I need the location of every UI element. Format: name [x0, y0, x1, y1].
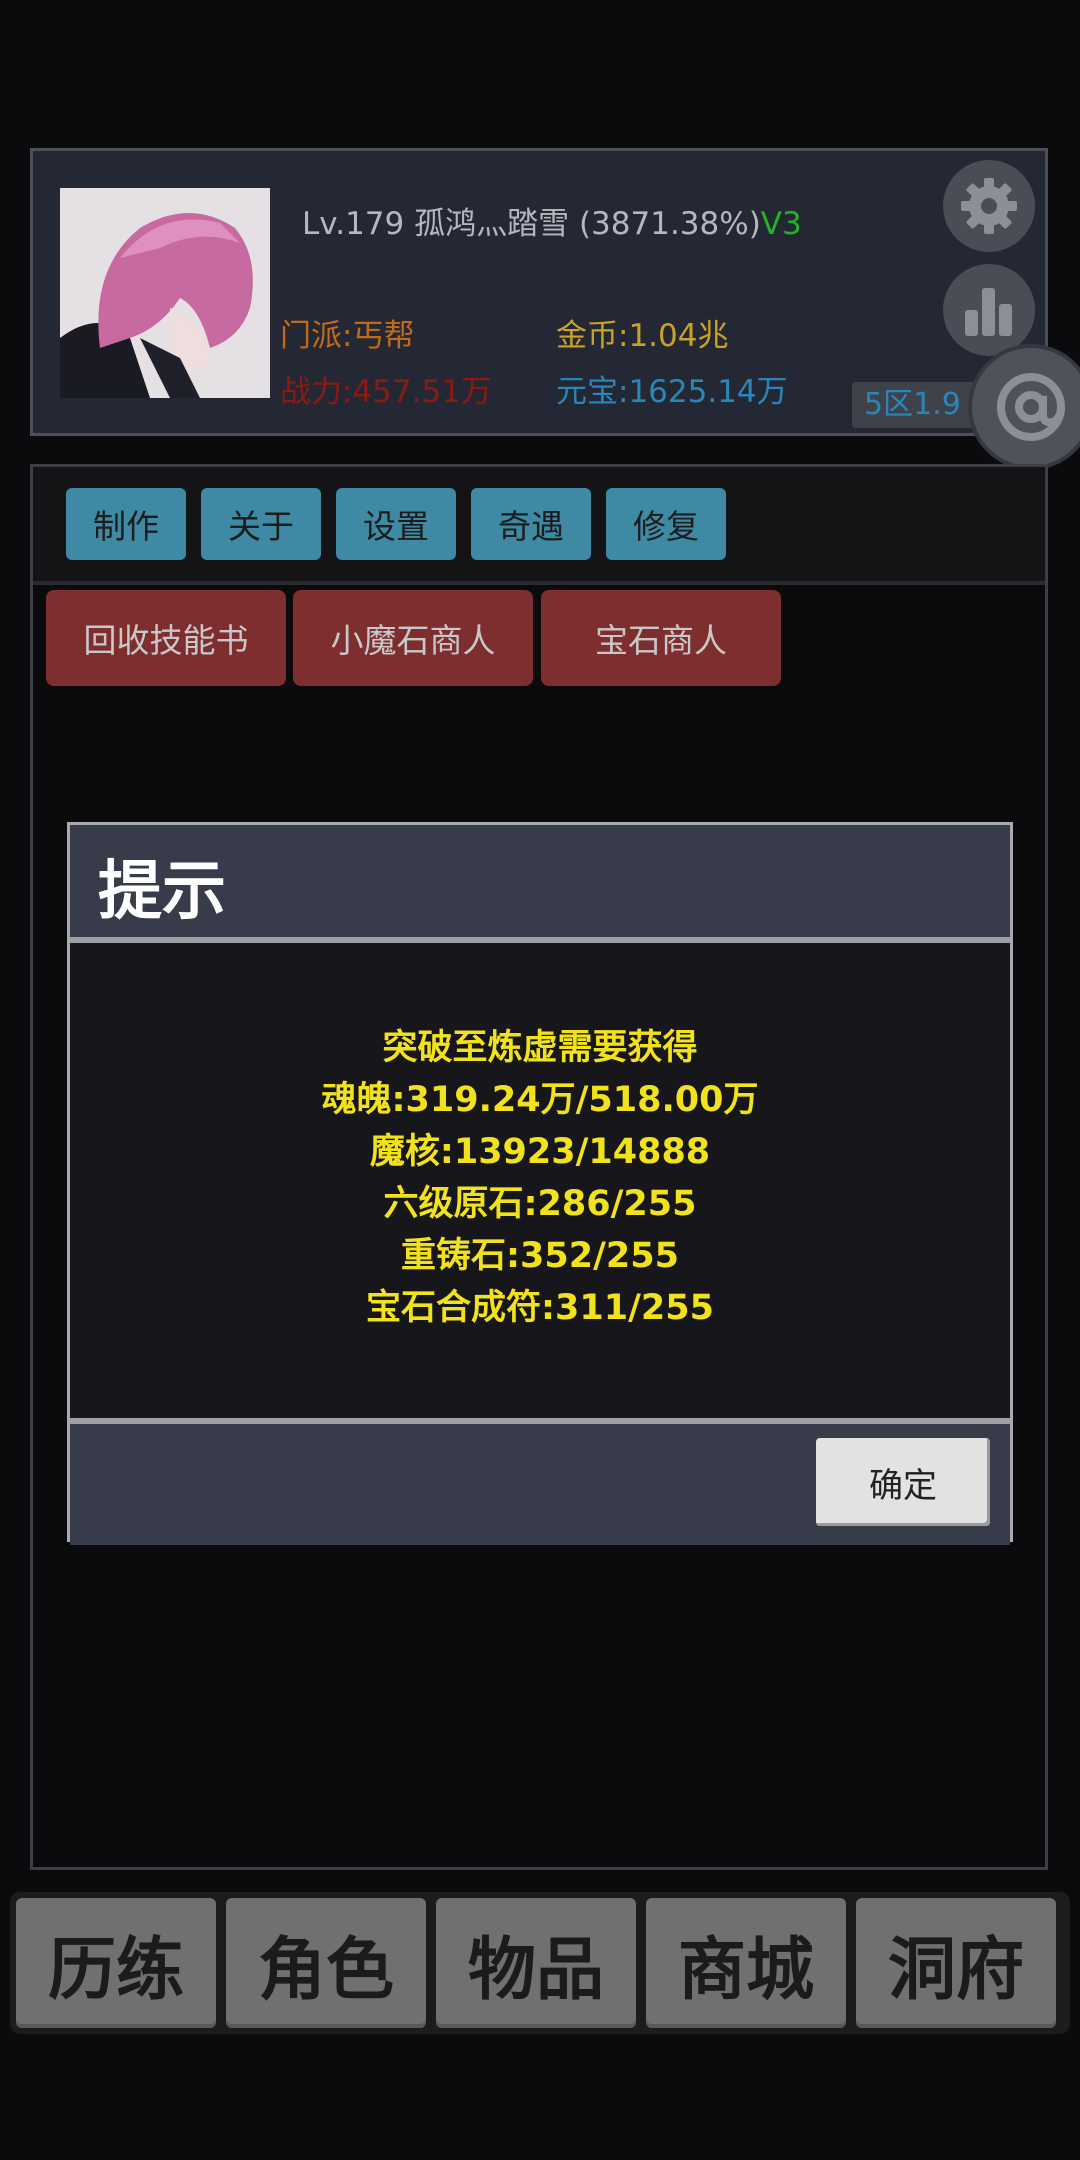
- craft-button[interactable]: 制作: [66, 488, 186, 560]
- settings-text-button[interactable]: 设置: [336, 488, 456, 560]
- sect-text: 门派:丐帮: [280, 318, 415, 354]
- about-button[interactable]: 关于: [201, 488, 321, 560]
- exp-percent-text: (3871.38%): [578, 206, 761, 242]
- vip-badge: V3: [760, 206, 802, 242]
- dialog-message: 突破至炼虚需要获得 魂魄:319.24万/518.00万 魔核:13923/14…: [70, 1022, 1010, 1334]
- gem-merchant-button[interactable]: 宝石商人: [541, 590, 781, 686]
- message-line: 魔核:13923/14888: [369, 1132, 711, 1172]
- bar-chart-icon: [965, 288, 1012, 336]
- nav-tab-items[interactable]: 物品: [436, 1898, 636, 2028]
- message-line: 魂魄:319.24万/518.00万: [321, 1080, 759, 1120]
- nav-tab-shop[interactable]: 商城: [646, 1898, 846, 2028]
- recycle-skillbook-button[interactable]: 回收技能书: [46, 590, 286, 686]
- nav-tab-character[interactable]: 角色: [226, 1898, 426, 2028]
- confirm-button[interactable]: 确定: [816, 1438, 990, 1526]
- player-level-name: Lv.179 孤鸿灬踏雪 (3871.38%)V3: [302, 198, 802, 243]
- settings-button[interactable]: [943, 160, 1035, 252]
- ingot-text: 元宝:1625.14万: [556, 374, 788, 410]
- ranking-button[interactable]: [943, 264, 1035, 356]
- player-avatar[interactable]: [60, 188, 270, 398]
- message-line: 重铸石:352/255: [401, 1236, 679, 1276]
- level-name-text: Lv.179 孤鸿灬踏雪: [302, 206, 570, 242]
- nav-tab-training[interactable]: 历练: [16, 1898, 216, 2028]
- gold-text: 金币:1.04兆: [556, 318, 729, 354]
- magic-stone-merchant-button[interactable]: 小魔石商人: [293, 590, 533, 686]
- message-line: 宝石合成符:311/255: [366, 1288, 714, 1328]
- message-line: 突破至炼虚需要获得: [382, 1028, 698, 1068]
- repair-button[interactable]: 修复: [606, 488, 726, 560]
- encounter-button[interactable]: 奇遇: [471, 488, 591, 560]
- avatar-portrait-image: [60, 188, 270, 398]
- message-line: 六级原石:286/255: [383, 1184, 697, 1224]
- chat-button[interactable]: [968, 344, 1080, 470]
- nav-tab-cave[interactable]: 洞府: [856, 1898, 1056, 2028]
- dialog-title: 提示: [98, 855, 226, 929]
- combat-power-text: 战力:457.51万: [280, 374, 492, 410]
- gear-icon: [961, 178, 1017, 234]
- at-sign-icon: [997, 373, 1065, 441]
